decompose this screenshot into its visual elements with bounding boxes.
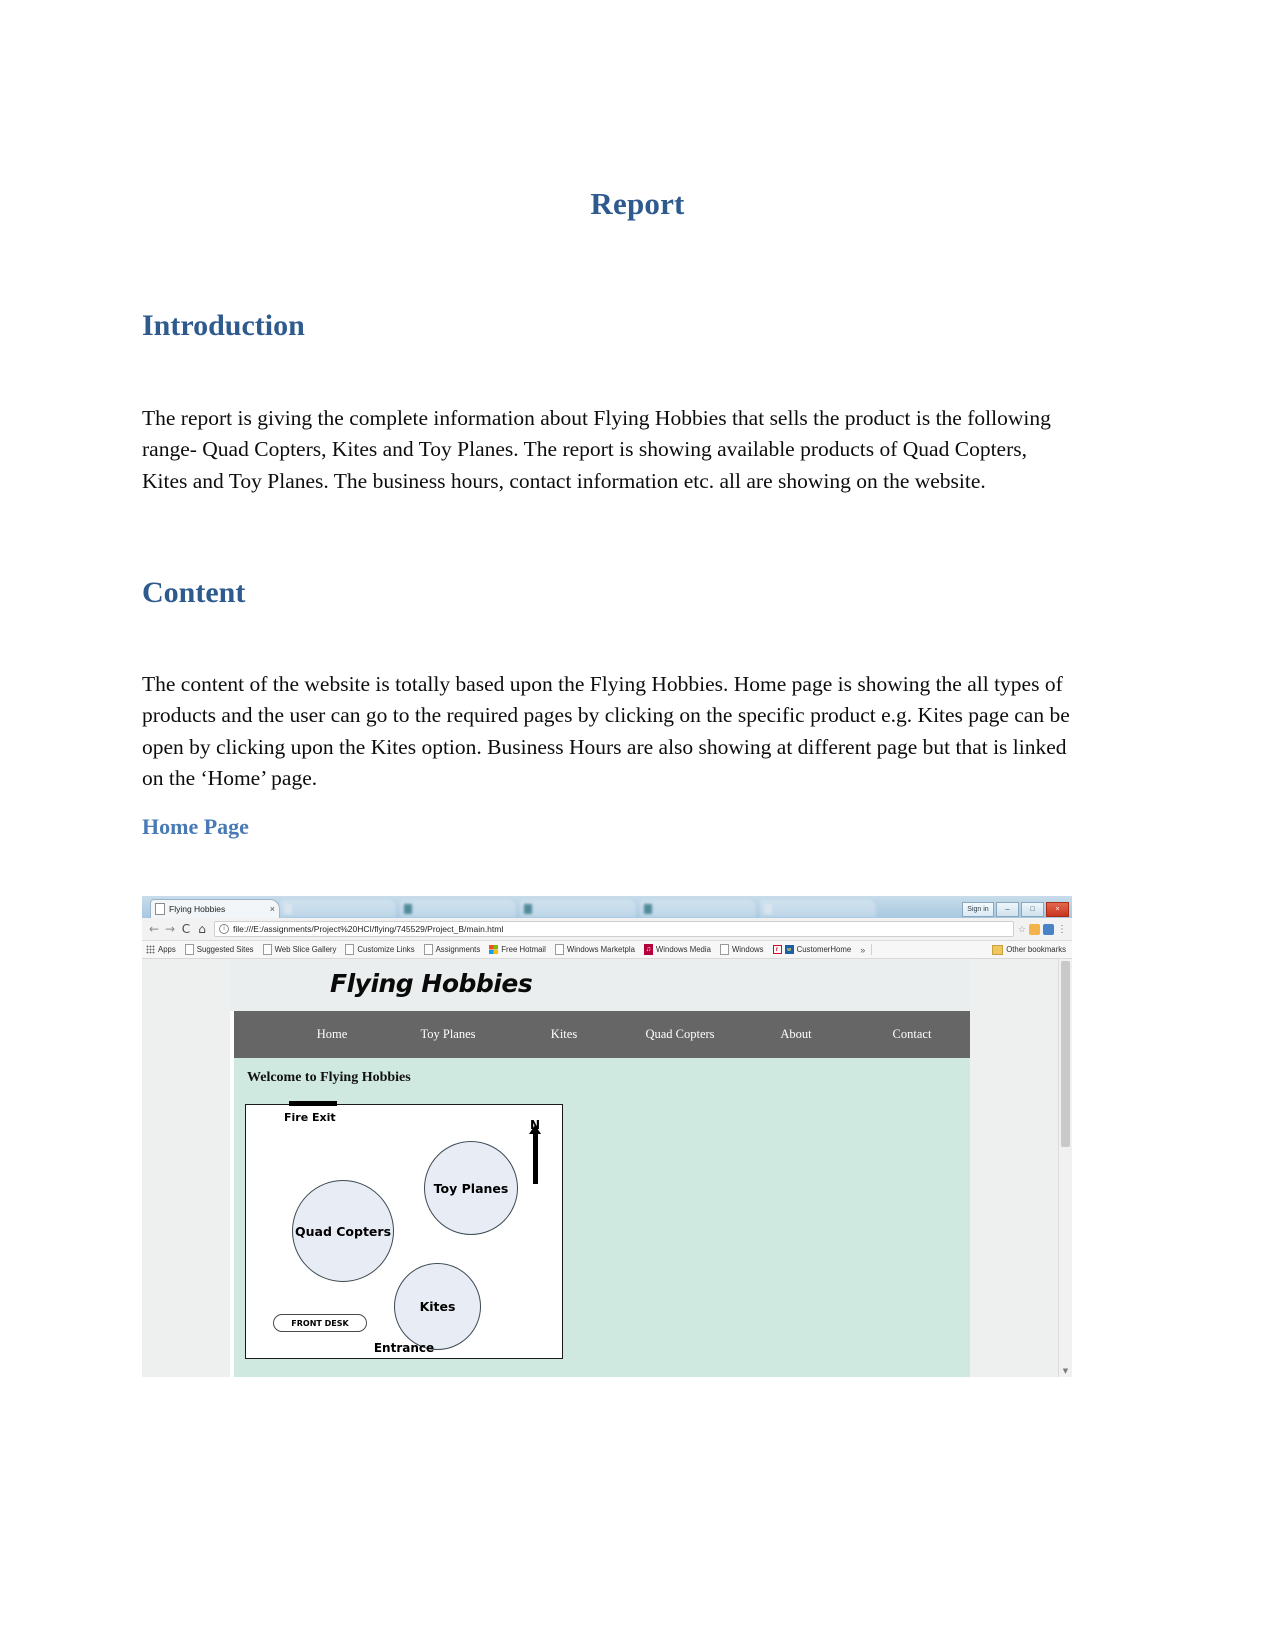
browser-viewport: Flying Hobbies Home Toy Planes Kites Qua… bbox=[142, 959, 1072, 1377]
page-icon bbox=[554, 944, 564, 955]
bookmark-web-slice-gallery[interactable]: Web Slice Gallery bbox=[262, 944, 337, 955]
window-controls: Sign in – □ × bbox=[959, 902, 1072, 918]
bookmark-other-bookmarks[interactable]: Other bookmarks bbox=[992, 944, 1066, 955]
scroll-down-icon[interactable]: ▼ bbox=[1059, 1365, 1072, 1377]
bookmark-label: Windows Media bbox=[655, 945, 711, 954]
bookmark-label: Assignments bbox=[435, 945, 481, 954]
bookmark-assignments[interactable]: Assignments bbox=[423, 944, 481, 955]
scrollbar-thumb[interactable] bbox=[1061, 961, 1070, 1147]
extension-icon-blue[interactable] bbox=[1043, 923, 1054, 935]
w-icon: w bbox=[784, 945, 794, 954]
paragraph-introduction: The report is giving the complete inform… bbox=[142, 406, 1051, 493]
page-icon bbox=[719, 944, 729, 955]
nav-item-about[interactable]: About bbox=[738, 1027, 854, 1042]
browser-tab-label: Flying Hobbies bbox=[169, 904, 226, 914]
subheading-home-page: Home Page bbox=[142, 814, 249, 839]
media-icon: ♫ bbox=[643, 944, 653, 955]
site-logo: Flying Hobbies bbox=[330, 969, 533, 998]
bookmark-windows-marketplace[interactable]: Windows Marketpla bbox=[554, 944, 635, 955]
bookmark-label: Apps bbox=[158, 945, 176, 954]
bookmark-label: Windows Marketpla bbox=[566, 945, 635, 954]
nav-item-kites[interactable]: Kites bbox=[506, 1027, 622, 1042]
nav-item-home[interactable]: Home bbox=[274, 1027, 390, 1042]
bookmark-label: Web Slice Gallery bbox=[274, 945, 337, 954]
paragraph-content: The content of the website is totally ba… bbox=[142, 672, 1070, 790]
sign-in-button[interactable]: Sign in bbox=[962, 902, 994, 917]
nav-item-toy-planes[interactable]: Toy Planes bbox=[390, 1027, 506, 1042]
close-window-button[interactable]: × bbox=[1046, 902, 1069, 917]
bookmark-customize-links[interactable]: Customize Links bbox=[345, 944, 415, 955]
toolbar-right-actions: ☆ ⋮ bbox=[1018, 923, 1068, 935]
nav-item-quad-copters[interactable]: Quad Copters bbox=[622, 1027, 738, 1042]
zone-kites: Kites bbox=[394, 1263, 481, 1350]
address-bar[interactable]: i file:///E:/assignments/Project%20HCI/f… bbox=[214, 921, 1014, 937]
zone-quad-copters: Quad Copters bbox=[292, 1180, 394, 1282]
page-icon bbox=[184, 944, 194, 955]
bookmark-label: Free Hotmail bbox=[501, 945, 546, 954]
list-item[interactable] bbox=[400, 900, 516, 917]
page-icon bbox=[345, 944, 355, 955]
address-bar-url: file:///E:/assignments/Project%20HCI/fly… bbox=[233, 924, 504, 934]
menu-icon[interactable]: ⋮ bbox=[1057, 924, 1067, 935]
vertical-scrollbar[interactable]: ▲ ▼ bbox=[1058, 959, 1072, 1377]
bookmark-label: Suggested Sites bbox=[196, 945, 254, 954]
site-header: Flying Hobbies bbox=[230, 959, 970, 1011]
extension-icon-orange[interactable] bbox=[1029, 923, 1040, 935]
list-item[interactable] bbox=[760, 900, 876, 917]
floor-plan-diagram: Fire Exit Quad Copters Toy Planes Kites … bbox=[245, 1101, 563, 1359]
microsoft-icon bbox=[489, 945, 499, 954]
bookmark-label: CustomerHome bbox=[796, 945, 852, 954]
browser-screenshot: Flying Hobbies × Sign in – □ × ← → C ⌂ i… bbox=[142, 896, 1072, 1396]
close-icon[interactable]: × bbox=[267, 904, 275, 914]
welcome-heading: Welcome to Flying Hobbies bbox=[247, 1070, 411, 1085]
bookmark-windows[interactable]: Windows bbox=[719, 944, 764, 955]
page-icon bbox=[423, 944, 433, 955]
list-item[interactable] bbox=[520, 900, 636, 917]
compass-arrow-icon bbox=[532, 1132, 538, 1184]
browser-tab-active[interactable]: Flying Hobbies × bbox=[150, 899, 280, 918]
entrance-label: Entrance bbox=[373, 1341, 435, 1355]
compass-indicator: N bbox=[526, 1119, 544, 1184]
bookmarks-bar: Apps Suggested Sites Web Slice Gallery C… bbox=[142, 941, 1072, 959]
bookmark-free-hotmail[interactable]: Free Hotmail bbox=[489, 945, 546, 954]
forward-icon[interactable]: → bbox=[162, 922, 178, 936]
document-title: Report bbox=[590, 186, 685, 221]
browser-background-tabs[interactable] bbox=[280, 899, 959, 918]
page-icon bbox=[155, 903, 165, 915]
bookmark-windows-media[interactable]: ♫ Windows Media bbox=[643, 944, 711, 955]
fire-exit-label: Fire Exit bbox=[284, 1111, 336, 1124]
bookmark-apps[interactable]: Apps bbox=[146, 945, 176, 954]
divider bbox=[871, 944, 873, 955]
browser-toolbar: ← → C ⌂ i file:///E:/assignments/Project… bbox=[142, 918, 1072, 941]
bookmark-label: Windows bbox=[731, 945, 764, 954]
bookmark-customerhome[interactable]: r w CustomerHome bbox=[772, 945, 852, 954]
front-desk-marker: FRONT DESK bbox=[273, 1314, 367, 1332]
nav-item-contact[interactable]: Contact bbox=[854, 1027, 970, 1042]
r-icon: r bbox=[772, 945, 782, 954]
zone-toy-planes: Toy Planes bbox=[424, 1141, 518, 1235]
back-icon[interactable]: ← bbox=[146, 922, 162, 936]
folder-icon bbox=[992, 944, 1004, 955]
fire-exit-marker bbox=[289, 1101, 337, 1106]
bookmark-star-icon[interactable]: ☆ bbox=[1018, 924, 1026, 935]
home-icon[interactable]: ⌂ bbox=[194, 922, 210, 936]
maximize-button[interactable]: □ bbox=[1021, 902, 1044, 917]
heading-introduction: Introduction bbox=[142, 309, 305, 342]
page-icon bbox=[262, 944, 272, 955]
bookmark-suggested-sites[interactable]: Suggested Sites bbox=[184, 944, 254, 955]
site-navigation: Home Toy Planes Kites Quad Copters About… bbox=[234, 1011, 970, 1058]
minimize-button[interactable]: – bbox=[996, 902, 1019, 917]
document-page: Report Introduction The report is giving… bbox=[0, 0, 1275, 1650]
bookmark-label: Customize Links bbox=[357, 945, 415, 954]
site-info-icon[interactable]: i bbox=[219, 924, 229, 934]
list-item[interactable] bbox=[640, 900, 756, 917]
bookmark-label: Other bookmarks bbox=[1006, 945, 1066, 954]
browser-tab-strip: Flying Hobbies × Sign in – □ × bbox=[142, 896, 1072, 918]
bookmarks-overflow-icon[interactable]: » bbox=[860, 945, 865, 955]
reload-icon[interactable]: C bbox=[178, 922, 194, 936]
heading-content: Content bbox=[142, 576, 246, 609]
list-item[interactable] bbox=[280, 900, 396, 917]
site-content: Welcome to Flying Hobbies Fire Exit Quad… bbox=[234, 1058, 970, 1377]
grid-icon bbox=[146, 945, 155, 954]
